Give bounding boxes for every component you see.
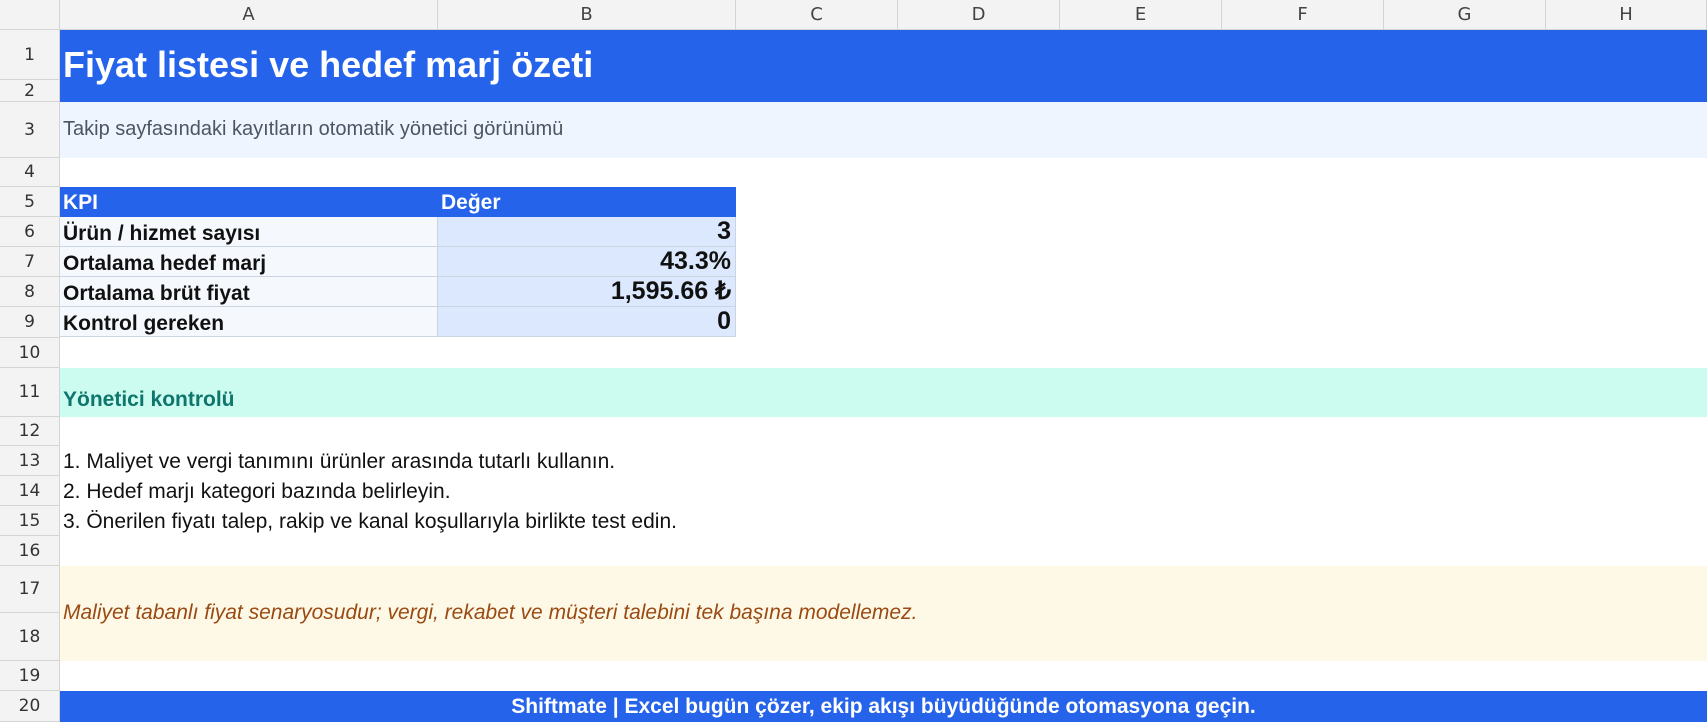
- row-header-20[interactable]: 20: [0, 691, 60, 722]
- row-header-17[interactable]: 17: [0, 566, 60, 613]
- step-item-3[interactable]: 3. Önerilen fiyatı talep, rakip ve kanal…: [63, 510, 677, 534]
- row-header-1[interactable]: 1: [0, 30, 60, 80]
- row-header-16[interactable]: 16: [0, 536, 60, 566]
- column-header-h[interactable]: H: [1546, 0, 1707, 30]
- kpi-label-product-count[interactable]: Ürün / hizmet sayısı: [60, 217, 438, 247]
- column-header-f[interactable]: F: [1222, 0, 1384, 30]
- kpi-value-needs-check[interactable]: 0: [438, 307, 736, 337]
- row-header-12[interactable]: 12: [0, 417, 60, 446]
- row-header-19[interactable]: 19: [0, 661, 60, 691]
- kpi-value-avg-price[interactable]: 1,595.66 ₺: [438, 277, 736, 307]
- kpi-label-avg-margin[interactable]: Ortalama hedef marj: [60, 247, 438, 277]
- kpi-value-avg-margin[interactable]: 43.3%: [438, 247, 736, 277]
- section-banner: [60, 368, 1707, 417]
- row-header-10[interactable]: 10: [0, 338, 60, 368]
- kpi-label-avg-price[interactable]: Ortalama brüt fiyat: [60, 277, 438, 307]
- row-header-2[interactable]: 2: [0, 80, 60, 102]
- column-header-d[interactable]: D: [898, 0, 1060, 30]
- step-item-2[interactable]: 2. Hedef marjı kategori bazında belirley…: [63, 480, 451, 504]
- kpi-label-needs-check[interactable]: Kontrol gereken: [60, 307, 438, 337]
- sheet-title[interactable]: Fiyat listesi ve hedef marj özeti: [63, 44, 593, 86]
- row-header-6[interactable]: 6: [0, 217, 60, 247]
- row-header-11[interactable]: 11: [0, 368, 60, 417]
- row-header-9[interactable]: 9: [0, 307, 60, 338]
- column-header-c[interactable]: C: [736, 0, 898, 30]
- column-header-a[interactable]: A: [60, 0, 438, 30]
- row-header-18[interactable]: 18: [0, 613, 60, 661]
- row-header-14[interactable]: 14: [0, 476, 60, 506]
- column-header-g[interactable]: G: [1384, 0, 1546, 30]
- disclaimer-note[interactable]: Maliyet tabanlı fiyat senaryosudur; verg…: [63, 601, 917, 625]
- sheet-subtitle[interactable]: Takip sayfasındaki kayıtların otomatik y…: [63, 118, 563, 141]
- section-title[interactable]: Yönetici kontrolü: [63, 388, 235, 412]
- row-header-3[interactable]: 3: [0, 102, 60, 158]
- column-header-e[interactable]: E: [1060, 0, 1222, 30]
- step-item-1[interactable]: 1. Maliyet ve vergi tanımını ürünler ara…: [63, 450, 615, 474]
- row-header-7[interactable]: 7: [0, 247, 60, 277]
- kpi-header-value[interactable]: Değer: [438, 187, 736, 217]
- column-header-b[interactable]: B: [438, 0, 736, 30]
- row-header-13[interactable]: 13: [0, 446, 60, 476]
- row-header-5[interactable]: 5: [0, 187, 60, 217]
- kpi-value-product-count[interactable]: 3: [438, 217, 736, 247]
- row-header-8[interactable]: 8: [0, 277, 60, 307]
- kpi-header-label[interactable]: KPI: [60, 187, 438, 217]
- select-all-corner[interactable]: [0, 0, 60, 30]
- footer-text[interactable]: Shiftmate | Excel bugün çözer, ekip akış…: [60, 695, 1707, 719]
- row-header-15[interactable]: 15: [0, 506, 60, 536]
- row-header-4[interactable]: 4: [0, 158, 60, 187]
